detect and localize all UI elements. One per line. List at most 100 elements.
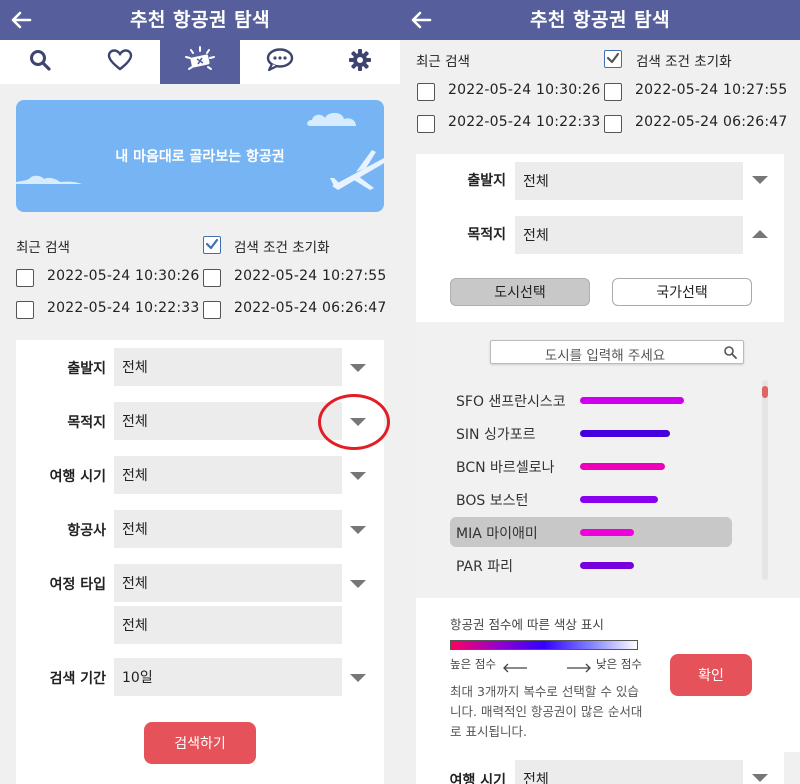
tab-bar	[0, 40, 400, 84]
destination-label: 목적지	[467, 227, 506, 243]
legend-high-label: 높은 점수	[450, 657, 496, 671]
origin-select[interactable]: 전체	[515, 162, 743, 200]
city-search-input[interactable]: 도시를 입력해 주세요	[490, 340, 744, 364]
city-item[interactable]: BOS 보스턴	[450, 484, 732, 514]
origin-select[interactable]: 전체	[114, 348, 342, 386]
app-bar: 추천 항공권 탐색	[400, 0, 800, 40]
city-score-bar	[580, 430, 670, 437]
chevron-down-icon[interactable]	[350, 580, 366, 588]
right-screen: 추천 항공권 탐색 최근 검색 검색 조건 초기화 2022-05-24 10:…	[400, 0, 800, 784]
airline-label: 항공사	[67, 523, 106, 539]
chevron-down-icon[interactable]	[752, 176, 768, 184]
tab-search[interactable]	[0, 40, 80, 84]
recent-checkbox[interactable]	[604, 115, 622, 133]
promo-banner[interactable]: 내 마음대로 골라보는 항공권	[16, 100, 384, 212]
city-search-placeholder: 도시를 입력해 주세요	[544, 348, 666, 364]
trip-type-label: 여정 타입	[49, 577, 106, 593]
chevron-down-icon[interactable]	[350, 526, 366, 534]
chevron-up-icon[interactable]	[752, 230, 768, 238]
recent-checkbox[interactable]	[417, 83, 435, 101]
tab-recommend[interactable]	[160, 40, 240, 84]
app-bar: 추천 항공권 탐색	[0, 0, 400, 40]
tab-favorites[interactable]	[80, 40, 160, 84]
season-select[interactable]: 전체	[114, 456, 342, 494]
airline-select[interactable]: 전체	[114, 510, 342, 548]
page-title: 추천 항공권 탐색	[529, 9, 671, 31]
recent-checkbox[interactable]	[16, 301, 34, 319]
reset-label: 검색 조건 초기화	[636, 54, 732, 70]
recent-item[interactable]: 2022-05-24 10:22:33	[47, 300, 200, 316]
legend-title: 항공권 점수에 따른 색상 표시	[450, 617, 604, 632]
city-score-bar	[580, 397, 684, 404]
destination-select[interactable]: 전체	[114, 402, 342, 440]
legend-low-label: 낮은 점수	[596, 657, 642, 671]
recent-checkbox[interactable]	[417, 115, 435, 133]
city-item[interactable]: SFO 샌프란시스코	[450, 385, 732, 415]
arrow-left-icon	[502, 658, 528, 677]
recent-checkbox[interactable]	[16, 269, 34, 287]
city-item[interactable]: SIN 싱가포르	[450, 418, 732, 448]
city-score-bar	[580, 562, 634, 569]
recent-item[interactable]: 2022-05-24 10:22:33	[448, 114, 601, 130]
city-name: BOS 보스턴	[456, 493, 529, 509]
country-select-tab[interactable]: 국가선택	[612, 278, 752, 306]
cloud-icon	[16, 166, 92, 190]
destination-select[interactable]: 전체	[515, 216, 743, 254]
search-icon	[723, 345, 737, 363]
origin-label: 출발지	[467, 173, 506, 189]
destination-label: 목적지	[67, 415, 106, 431]
trip-type-select-2[interactable]: 전체	[114, 606, 342, 644]
recent-item[interactable]: 2022-05-24 10:27:55	[635, 82, 788, 98]
search-icon	[28, 48, 52, 76]
recent-item[interactable]: 2022-05-24 10:27:55	[234, 268, 387, 284]
city-list-area: 도시를 입력해 주세요 SFO 샌프란시스코 SIN 싱가포르 BCN 바르셀로나 B…	[416, 322, 800, 598]
trip-type-select[interactable]: 전체	[114, 564, 342, 602]
recent-checkbox[interactable]	[203, 269, 221, 287]
confirm-button[interactable]: 확인	[670, 654, 752, 696]
recent-item[interactable]: 2022-05-24 10:30:26	[47, 268, 200, 284]
city-item[interactable]: BCN 바르셀로나	[450, 451, 732, 481]
city-select-tab[interactable]: 도시선택	[450, 278, 590, 306]
city-score-bar	[580, 529, 634, 536]
search-button[interactable]: 검색하기	[144, 722, 256, 764]
heart-icon	[107, 48, 133, 76]
city-item[interactable]: PAR 파리	[450, 550, 732, 580]
selection-note: 최대 3개까지 복수로 선택할 수 있습니다. 매력적인 항공권이 많은 순서대…	[450, 684, 643, 739]
chevron-down-icon[interactable]	[350, 674, 366, 682]
tab-settings[interactable]	[320, 40, 400, 84]
recent-checkbox[interactable]	[203, 301, 221, 319]
cloud-icon	[304, 108, 364, 132]
chat-icon	[264, 47, 296, 77]
recent-item[interactable]: 2022-05-24 06:26:47	[234, 300, 387, 316]
city-name: SFO 샌프란시스코	[456, 394, 566, 410]
origin-label: 출발지	[67, 361, 106, 377]
highlight-circle	[318, 394, 390, 450]
tab-chat[interactable]	[240, 40, 320, 84]
screen: 추천 항공권 탐색 내 마음대로 골라보는 항공권 최근 검색 검색 조건 초기…	[0, 0, 800, 784]
period-select[interactable]: 10일	[114, 658, 342, 696]
period-label: 검색 기간	[49, 671, 106, 687]
arrow-right-icon	[566, 658, 592, 677]
recent-search-label: 최근 검색	[16, 240, 70, 256]
city-name: BCN 바르셀로나	[456, 460, 555, 476]
chevron-down-icon[interactable]	[350, 364, 366, 372]
scrollbar[interactable]	[762, 380, 768, 580]
reset-checkbox[interactable]	[604, 50, 622, 68]
chevron-down-icon[interactable]	[752, 774, 768, 782]
city-item[interactable]: MIA 마이애미	[450, 517, 732, 547]
scrollbar-thumb[interactable]	[762, 386, 768, 398]
season-label: 여행 시기	[49, 469, 106, 485]
reset-label: 검색 조건 초기화	[234, 240, 330, 256]
left-screen: 추천 항공권 탐색 내 마음대로 골라보는 항공권 최근 검색 검색 조건 초기…	[0, 0, 400, 784]
recent-checkbox[interactable]	[604, 83, 622, 101]
recent-search-label: 최근 검색	[416, 54, 470, 70]
city-score-bar	[580, 463, 665, 470]
season-select[interactable]: 전체	[515, 760, 743, 784]
recent-item[interactable]: 2022-05-24 06:26:47	[635, 114, 788, 130]
chevron-down-icon[interactable]	[350, 472, 366, 480]
season-label: 여행 시기	[449, 773, 506, 784]
score-legend: 항공권 점수에 따른 색상 표시 높은 점수 낮은 점수 최대 3개까지 복수로…	[416, 598, 800, 752]
recent-item[interactable]: 2022-05-24 10:30:26	[448, 82, 601, 98]
city-name: PAR 파리	[456, 559, 514, 575]
reset-checkbox[interactable]	[203, 236, 221, 254]
